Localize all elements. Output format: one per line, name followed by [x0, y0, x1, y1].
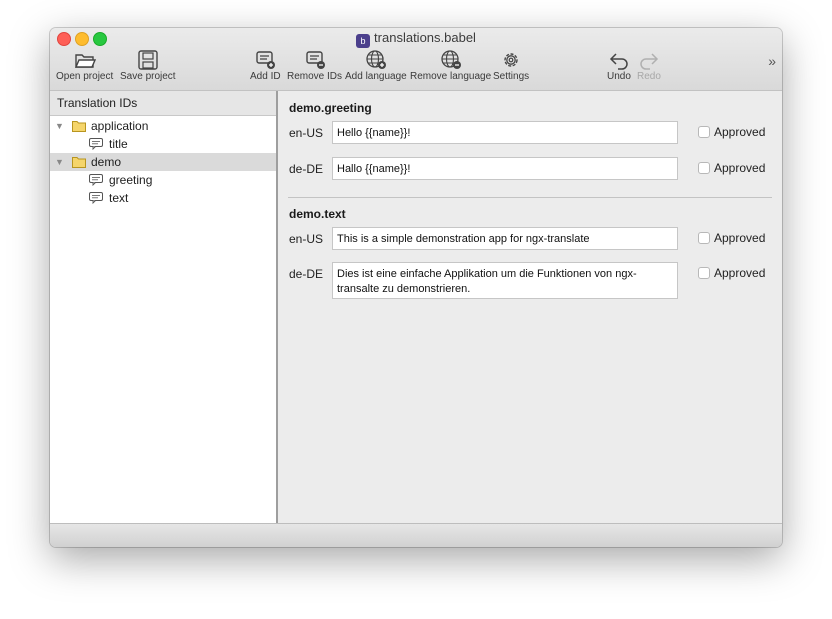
language-label: en-US	[289, 232, 324, 246]
language-label: de-DE	[289, 267, 324, 281]
undo-button[interactable]: Undo	[607, 50, 631, 82]
tree-folder-application[interactable]: ▼ application	[50, 117, 276, 135]
globe-remove-icon	[440, 50, 461, 69]
remove-language-label: Remove language	[410, 71, 492, 82]
save-project-button[interactable]: Save project	[120, 50, 176, 82]
save-disk-icon	[138, 50, 158, 70]
add-id-icon	[256, 51, 276, 69]
add-language-button[interactable]: Add language	[345, 50, 407, 82]
undo-label: Undo	[607, 71, 631, 82]
globe-add-icon	[366, 50, 386, 69]
remove-ids-icon	[305, 51, 325, 69]
settings-button[interactable]: Settings	[493, 50, 529, 82]
titlebar: b translations.babel Open project Save pr…	[50, 28, 782, 91]
tree-label: title	[109, 137, 128, 151]
undo-icon	[609, 53, 628, 70]
open-project-label: Open project	[56, 71, 114, 82]
window-title: b translations.babel	[50, 30, 782, 48]
translation-id-icon	[89, 174, 103, 186]
settings-label: Settings	[493, 71, 530, 82]
approved-checkbox[interactable]	[698, 232, 710, 244]
approved-checkbox[interactable]	[698, 162, 710, 174]
approved-label: Approved	[714, 231, 766, 245]
approved-checkbox[interactable]	[698, 126, 710, 138]
window-title-text: translations.babel	[374, 30, 476, 45]
tree-folder-demo[interactable]: ▼ demo	[50, 153, 276, 171]
approved-label: Approved	[714, 266, 766, 280]
section-title: demo.text	[289, 207, 346, 221]
approved-label: Approved	[714, 125, 766, 139]
translation-field[interactable]: This is a simple demonstration app for n…	[332, 227, 678, 250]
redo-button[interactable]: Redo	[637, 50, 661, 82]
folder-open-icon	[74, 54, 96, 68]
gear-icon	[504, 53, 518, 67]
translation-field[interactable]: Dies ist eine einfache Applikation um di…	[332, 262, 678, 299]
app-window: b translations.babel Open project Save pr…	[50, 28, 782, 547]
translation-id-icon	[89, 138, 103, 150]
approved-label: Approved	[714, 161, 766, 175]
sidebar-header: Translation IDs	[50, 91, 276, 116]
language-label: en-US	[289, 126, 324, 140]
remove-language-button[interactable]: Remove language	[410, 50, 491, 82]
tree-item-text[interactable]: text	[50, 189, 276, 207]
add-id-button[interactable]: Add ID	[250, 50, 281, 82]
remove-ids-button[interactable]: Remove IDs	[287, 50, 342, 82]
status-bar	[50, 523, 782, 547]
approved-checkbox[interactable]	[698, 267, 710, 279]
tree-label: text	[109, 191, 129, 205]
section-title: demo.greeting	[289, 101, 372, 115]
app-icon: b	[356, 34, 371, 48]
disclosure-triangle-icon[interactable]: ▼	[55, 153, 64, 171]
tree-label: demo	[91, 155, 122, 169]
add-id-label: Add ID	[250, 71, 281, 82]
redo-icon	[640, 53, 659, 70]
redo-label: Redo	[637, 71, 661, 82]
save-project-label: Save project	[120, 71, 176, 82]
section-divider	[288, 197, 772, 198]
open-project-button[interactable]: Open project	[56, 50, 113, 82]
folder-icon	[72, 157, 86, 168]
folder-icon	[72, 121, 86, 132]
toolbar-overflow-button[interactable]: »	[768, 53, 776, 69]
disclosure-triangle-icon[interactable]: ▼	[55, 117, 64, 135]
translation-editor: demo.greeting en-US Hello {{name}}! Appr…	[278, 91, 782, 523]
tree-item-greeting[interactable]: greeting	[50, 171, 276, 189]
translation-field[interactable]: Hello {{name}}!	[332, 121, 678, 144]
tree-label: application	[91, 119, 149, 133]
language-label: de-DE	[289, 162, 324, 176]
remove-ids-label: Remove IDs	[287, 71, 343, 82]
tree-label: greeting	[109, 173, 153, 187]
tree-item-title[interactable]: title	[50, 135, 276, 153]
translation-field[interactable]: Hallo {{name}}!	[332, 157, 678, 180]
add-language-label: Add language	[345, 71, 407, 82]
sidebar: Translation IDs ▼ application title ▼ de…	[50, 91, 278, 523]
translation-id-icon	[89, 192, 103, 204]
